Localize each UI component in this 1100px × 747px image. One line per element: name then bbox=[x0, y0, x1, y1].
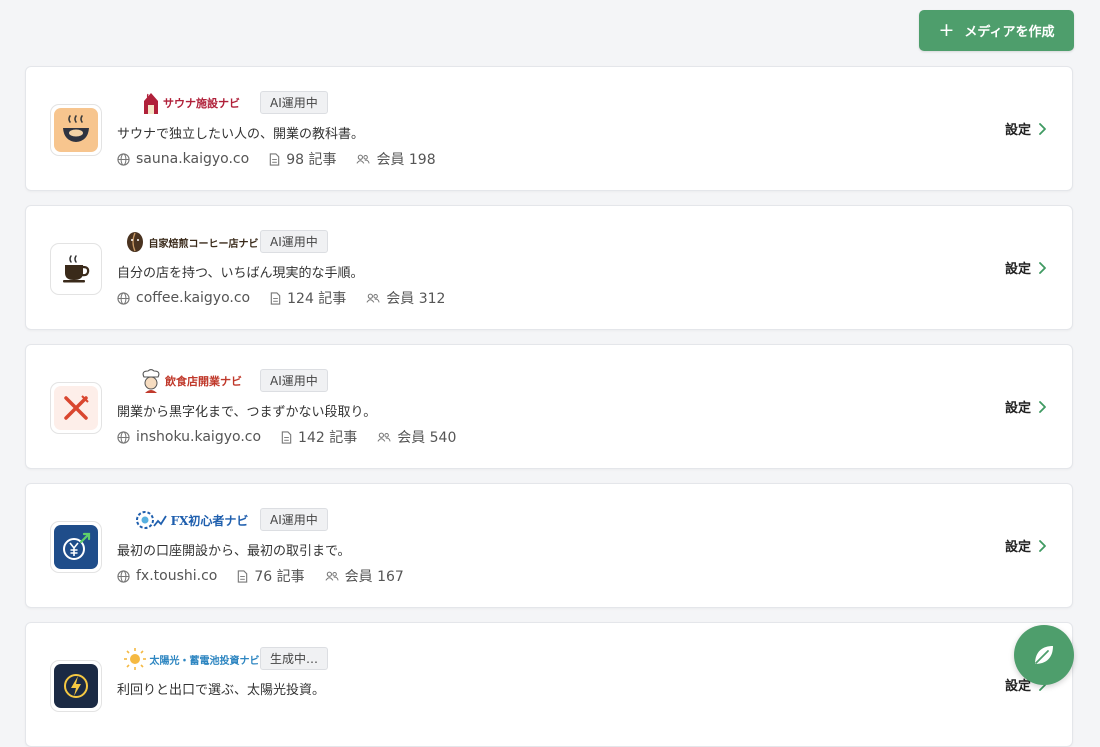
settings-label: 設定 bbox=[1004, 540, 1031, 555]
member-count: 会員 312 bbox=[386, 291, 446, 307]
settings-link[interactable]: 設定 bbox=[1005, 119, 1046, 138]
plus-icon: + bbox=[938, 19, 955, 41]
document-icon bbox=[269, 152, 280, 166]
media-app-icon bbox=[50, 660, 102, 712]
globe-icon bbox=[117, 430, 130, 444]
chart-gear-icon bbox=[135, 511, 167, 529]
media-app-icon bbox=[50, 104, 102, 156]
media-card-solar[interactable]: 太陽光・蓄電池投資ナビ 生成中… 利回りと出口で選ぶ、太陽光投資。 設定 bbox=[25, 622, 1073, 747]
media-logo: 飲食店開業ナビ bbox=[122, 367, 260, 395]
members-icon bbox=[325, 571, 339, 581]
media-logo-text: FX初心者ナビ bbox=[170, 513, 249, 528]
media-tagline: 最初の口座開設から、最初の取引まで。 bbox=[117, 544, 351, 559]
members-icon bbox=[356, 154, 371, 164]
leaf-icon bbox=[1035, 646, 1053, 664]
globe-icon bbox=[117, 152, 130, 166]
settings-link[interactable]: 設定 bbox=[1005, 397, 1046, 416]
media-logo-text: サウナ施設ナビ bbox=[163, 97, 240, 110]
yen-growth-icon bbox=[54, 525, 98, 569]
media-card-coffee[interactable]: 自家焙煎コーヒー店ナビ AI運用中 自分の店を持つ、いちばん現実的な手順。 co… bbox=[25, 205, 1073, 330]
media-tagline: 自分の店を持つ、いちばん現実的な手順。 bbox=[117, 266, 364, 281]
media-app-icon bbox=[50, 521, 102, 573]
member-count: 会員 198 bbox=[376, 152, 436, 168]
media-logo: FX初心者ナビ bbox=[122, 506, 260, 534]
sauna-hut-icon bbox=[144, 93, 158, 114]
settings-label: 設定 bbox=[1004, 262, 1031, 277]
article-count: 124 記事 bbox=[287, 291, 347, 307]
settings-label: 設定 bbox=[1004, 123, 1031, 138]
member-count: 会員 167 bbox=[344, 569, 404, 585]
create-media-button[interactable]: + メディアを作成 bbox=[919, 10, 1074, 51]
media-logo-text: 飲食店開業ナビ bbox=[165, 375, 242, 388]
media-logo: 自家焙煎コーヒー店ナビ bbox=[122, 228, 260, 256]
document-icon bbox=[270, 291, 281, 305]
media-domain: sauna.kaigyo.co bbox=[136, 151, 250, 167]
chevron-right-icon bbox=[1039, 400, 1046, 413]
media-app-icon bbox=[50, 243, 102, 295]
media-meta: coffee.kaigyo.co 124 記事 会員 312 bbox=[117, 288, 465, 308]
chef-mascot-icon bbox=[142, 368, 160, 393]
globe-icon bbox=[117, 569, 130, 583]
status-badge: AI運用中 bbox=[260, 91, 328, 114]
chevron-right-icon bbox=[1039, 122, 1046, 135]
leaf-fab-button[interactable] bbox=[1014, 625, 1074, 685]
media-logo-text: 自家焙煎コーヒー店ナビ bbox=[148, 238, 259, 250]
members-icon bbox=[366, 293, 380, 303]
chevron-right-icon bbox=[1039, 539, 1046, 552]
sauna-bowl-icon bbox=[54, 108, 98, 152]
media-tagline: 開業から黒字化まで、つまずかない段取り。 bbox=[117, 405, 377, 420]
member-count: 会員 540 bbox=[397, 430, 457, 446]
media-logo: 太陽光・蓄電池投資ナビ bbox=[122, 645, 260, 673]
sun-icon bbox=[123, 648, 146, 670]
media-logo-text: 太陽光・蓄電池投資ナビ bbox=[149, 655, 260, 667]
lightning-icon bbox=[54, 664, 98, 708]
status-badge: 生成中… bbox=[260, 647, 329, 670]
media-tagline: サウナで独立したい人の、開業の教科書。 bbox=[117, 127, 365, 142]
media-tagline: 利回りと出口で選ぶ、太陽光投資。 bbox=[117, 683, 326, 698]
status-badge: AI運用中 bbox=[260, 230, 328, 253]
coffee-bean-mascot-icon bbox=[126, 232, 143, 252]
media-card-sauna[interactable]: サウナ施設ナビ AI運用中 サウナで独立したい人の、開業の教科書。 sauna.… bbox=[25, 66, 1073, 191]
globe-icon bbox=[117, 291, 130, 305]
coffee-cup-icon bbox=[54, 247, 98, 291]
document-icon bbox=[238, 569, 248, 583]
status-badge: AI運用中 bbox=[260, 508, 328, 531]
article-count: 142 記事 bbox=[298, 430, 358, 446]
members-icon bbox=[377, 432, 391, 442]
media-logo: サウナ施設ナビ bbox=[122, 89, 260, 117]
media-domain: fx.toushi.co bbox=[136, 568, 218, 584]
media-app-icon bbox=[50, 382, 102, 434]
settings-label: 設定 bbox=[1004, 401, 1031, 416]
chevron-right-icon bbox=[1039, 261, 1046, 274]
media-card-inshoku[interactable]: 飲食店開業ナビ AI運用中 開業から黒字化まで、つまずかない段取り。 insho… bbox=[25, 344, 1073, 469]
settings-link[interactable]: 設定 bbox=[1005, 536, 1046, 555]
article-count: 98 記事 bbox=[286, 152, 337, 168]
media-meta: sauna.kaigyo.co 98 記事 会員 198 bbox=[117, 149, 456, 169]
article-count: 76 記事 bbox=[254, 569, 305, 585]
media-meta: fx.toushi.co 76 記事 会員 167 bbox=[117, 566, 424, 586]
status-badge: AI運用中 bbox=[260, 369, 328, 392]
settings-link[interactable]: 設定 bbox=[1005, 258, 1046, 277]
media-card-fx[interactable]: FX初心者ナビ AI運用中 最初の口座開設から、最初の取引まで。 fx.tous… bbox=[25, 483, 1073, 608]
document-icon bbox=[281, 430, 292, 444]
media-domain: inshoku.kaigyo.co bbox=[136, 429, 262, 445]
media-meta: inshoku.kaigyo.co 142 記事 会員 540 bbox=[117, 427, 476, 447]
create-media-label: メディアを作成 bbox=[964, 25, 1055, 40]
media-domain: coffee.kaigyo.co bbox=[136, 290, 251, 306]
fork-knife-icon bbox=[54, 386, 98, 430]
